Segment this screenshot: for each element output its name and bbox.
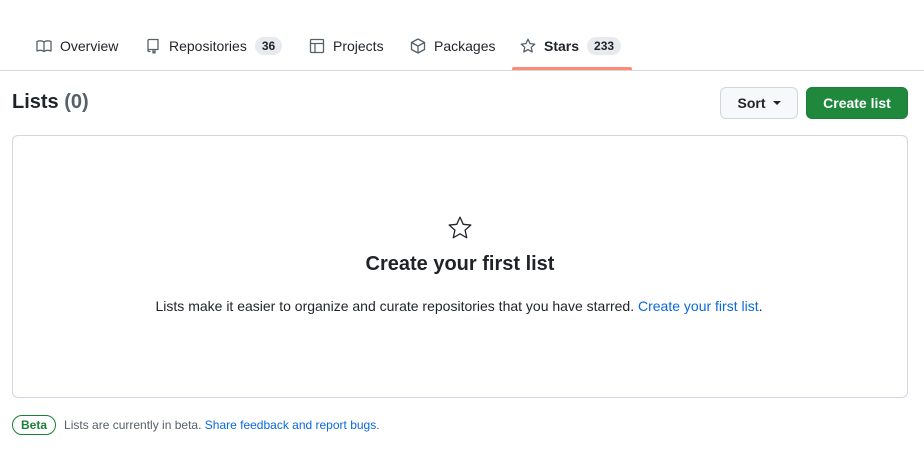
caret-down-icon [772,101,781,105]
table-icon [309,38,325,54]
beta-badge: Beta [12,415,57,435]
tab-repositories[interactable]: Repositories 36 [145,30,283,62]
tab-projects[interactable]: Projects [309,30,384,62]
tab-label: Stars [544,38,580,54]
beta-notice-text: Lists are currently in beta. [64,418,202,432]
footer-suffix: . [376,418,380,432]
star-icon [447,215,473,241]
blankslate-description: Lists make it easier to organize and cur… [0,298,918,314]
selected-tab-underline [512,67,632,70]
sort-button[interactable]: Sort [720,87,798,119]
book-icon [36,40,52,53]
package-icon [410,38,426,54]
tab-packages[interactable]: Packages [410,30,495,62]
stars-count-badge: 233 [587,37,622,55]
lists-heading-label: Lists [12,91,59,113]
tab-label: Packages [434,38,496,54]
create-first-list-link[interactable]: Create your first list [638,298,759,314]
sort-label: Sort [737,95,766,111]
tab-label: Repositories [169,38,247,54]
create-list-button[interactable]: Create list [806,87,908,119]
tab-label: Overview [60,38,119,54]
repo-icon [147,38,159,54]
tab-stars[interactable]: Stars 233 [520,30,622,62]
blankslate-title: Create your first list [365,253,555,275]
star-icon [520,38,536,53]
feedback-link[interactable]: Share feedback and report bugs [205,418,376,432]
tab-overview[interactable]: Overview [36,30,118,62]
lists-heading: Lists (0) [12,91,89,114]
tab-label: Projects [333,38,384,54]
repositories-count-badge: 36 [254,37,283,55]
blankslate-suffix: . [758,298,763,314]
profile-tabnav: Overview Repositories 36 Projects Packag… [0,0,924,71]
lists-count: (0) [64,91,89,113]
beta-footer: Beta Lists are currently in beta. Share … [12,414,380,436]
blankslate-text: Lists make it easier to organize and cur… [155,298,635,314]
